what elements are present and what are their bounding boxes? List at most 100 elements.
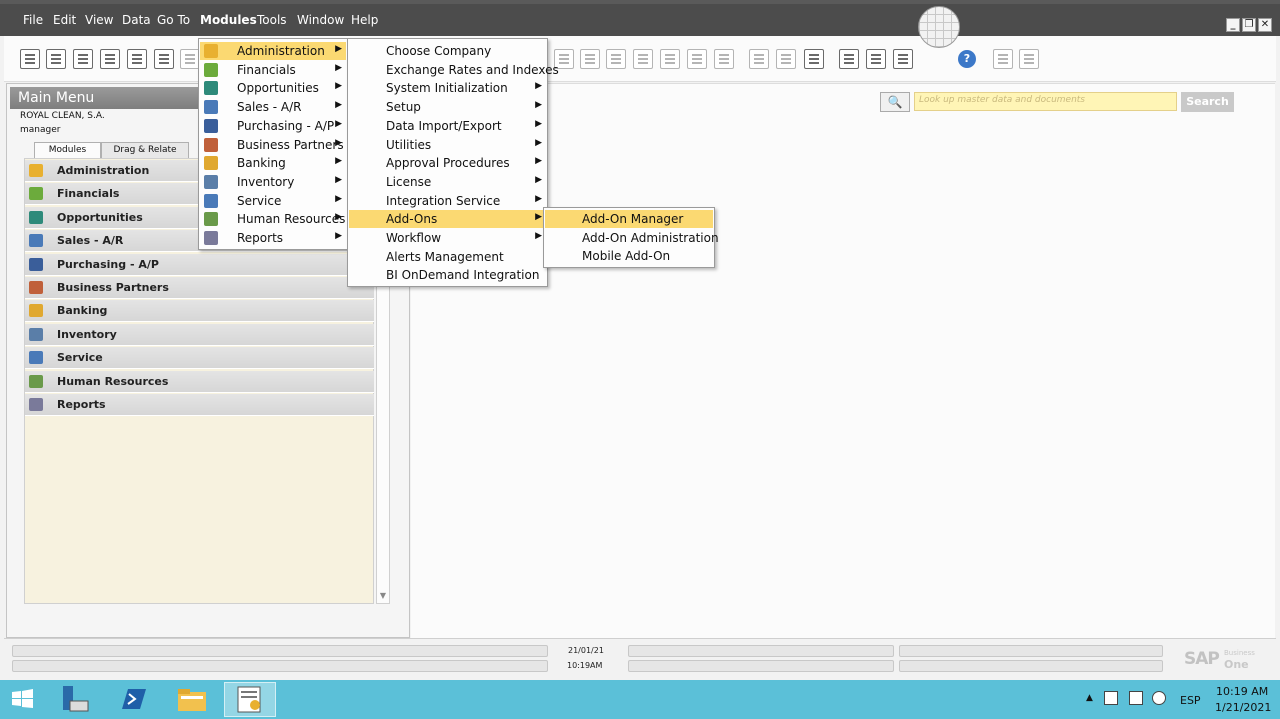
module-row[interactable]: Human Resources bbox=[25, 370, 374, 393]
modules-menu-item[interactable]: Reports ▶ bbox=[200, 229, 346, 247]
addon-menu-item[interactable]: Add-On Administration bbox=[545, 229, 719, 247]
lock-screen-icon[interactable] bbox=[1019, 49, 1039, 69]
modules-menu-item[interactable]: Opportunities ▶ bbox=[200, 79, 346, 97]
tab-modules[interactable]: Modules bbox=[34, 142, 101, 159]
clock-date[interactable]: 1/21/2021 bbox=[1215, 701, 1271, 714]
admin-menu-item[interactable]: License ▶ bbox=[349, 173, 546, 191]
action-center-icon[interactable] bbox=[1104, 691, 1118, 705]
module-label: Reports bbox=[57, 398, 106, 411]
modules-menu-item[interactable]: Banking ▶ bbox=[200, 154, 346, 172]
menu-tools[interactable]: Tools bbox=[257, 13, 287, 27]
document-settings-icon[interactable] bbox=[776, 49, 796, 69]
email-icon[interactable] bbox=[73, 49, 93, 69]
module-row[interactable]: Service bbox=[25, 347, 374, 370]
menu-goto[interactable]: Go To bbox=[157, 13, 190, 27]
admin-menu-item[interactable]: Integration Service ▶ bbox=[349, 192, 546, 210]
menu-edit[interactable]: Edit bbox=[53, 13, 76, 27]
modules-menu-item[interactable]: Administration ▶ bbox=[200, 42, 346, 60]
target-document-icon[interactable] bbox=[633, 49, 653, 69]
admin-menu-item[interactable]: BI OnDemand Integration bbox=[349, 266, 546, 284]
module-label: Sales - A/R bbox=[57, 234, 124, 248]
start-button[interactable] bbox=[6, 683, 40, 715]
input-language[interactable]: ESP bbox=[1180, 694, 1201, 707]
help-icon[interactable]: ? bbox=[958, 50, 976, 68]
sap-b1-task-icon[interactable] bbox=[224, 682, 276, 717]
submenu-arrow-icon: ▶ bbox=[535, 100, 542, 111]
admin-menu-item[interactable]: Choose Company bbox=[349, 42, 546, 60]
preview-icon[interactable] bbox=[20, 49, 40, 69]
admin-menu-item[interactable]: Alerts Management bbox=[349, 248, 546, 266]
modules-menu-label: Human Resources bbox=[237, 212, 346, 227]
modules-menu-item[interactable]: Financials ▶ bbox=[200, 61, 346, 79]
gross-profit-icon[interactable] bbox=[660, 49, 680, 69]
base-document-icon[interactable] bbox=[606, 49, 626, 69]
modules-menu-item[interactable]: Purchasing - A/P ▶ bbox=[200, 117, 346, 135]
admin-menu-item[interactable]: Data Import/Export ▶ bbox=[349, 117, 546, 135]
user-defined-icon[interactable] bbox=[804, 49, 824, 69]
server-manager-icon[interactable] bbox=[58, 683, 92, 715]
admin-menu-item[interactable]: Add-Ons ▶ bbox=[349, 210, 546, 229]
powershell-icon[interactable] bbox=[116, 683, 150, 715]
company-name: ROYAL CLEAN, S.A. bbox=[20, 111, 105, 121]
restore-button[interactable]: ❐ bbox=[1242, 18, 1256, 32]
file-explorer-icon[interactable] bbox=[175, 683, 209, 715]
search-button[interactable]: Search bbox=[1181, 92, 1234, 112]
modules-dropdown: Administration ▶ Financials ▶ Opportunities ▶… bbox=[198, 38, 348, 250]
modules-menu-item[interactable]: Inventory ▶ bbox=[200, 173, 346, 191]
form-settings-icon[interactable] bbox=[749, 49, 769, 69]
modules-menu-item[interactable]: Service ▶ bbox=[200, 192, 346, 210]
menu-modules[interactable]: Modules bbox=[200, 13, 257, 27]
payment-icon[interactable] bbox=[714, 49, 734, 69]
tab-drag-relate[interactable]: Drag & Relate bbox=[101, 142, 189, 159]
admin-menu-item[interactable]: Utilities ▶ bbox=[349, 136, 546, 154]
addon-menu-item[interactable]: Mobile Add-On bbox=[545, 247, 713, 265]
module-row[interactable]: Purchasing - A/P bbox=[25, 253, 374, 276]
copy-to-icon[interactable] bbox=[580, 49, 600, 69]
submenu-arrow-icon: ▶ bbox=[535, 231, 542, 241]
admin-menu-item[interactable]: Setup ▶ bbox=[349, 98, 546, 116]
admin-menu-label: License bbox=[386, 174, 432, 189]
fax-icon[interactable] bbox=[127, 49, 147, 69]
module-row[interactable]: Reports bbox=[25, 394, 374, 416]
admin-menu-item[interactable]: Approval Procedures ▶ bbox=[349, 154, 546, 172]
addon-menu-item[interactable]: Add-On Manager bbox=[545, 210, 713, 228]
sales-icon bbox=[29, 234, 43, 248]
modules-menu-item[interactable]: Sales - A/R ▶ bbox=[200, 98, 346, 116]
calculator-icon[interactable] bbox=[893, 49, 913, 69]
globe-icon[interactable] bbox=[918, 6, 960, 48]
submenu-arrow-icon: ▶ bbox=[535, 81, 542, 92]
network-icon[interactable] bbox=[1129, 691, 1143, 705]
sms-icon[interactable] bbox=[100, 49, 120, 69]
settings-icon[interactable] bbox=[993, 49, 1013, 69]
module-label: Service bbox=[57, 351, 103, 365]
modules-menu-item[interactable]: Business Partners ▶ bbox=[200, 136, 346, 154]
modules-menu-label: Sales - A/R bbox=[237, 100, 302, 115]
admin-menu-item[interactable]: Workflow ▶ bbox=[349, 229, 546, 247]
admin-menu-item[interactable]: Exchange Rates and Indexes bbox=[349, 61, 559, 79]
print-icon[interactable] bbox=[46, 49, 66, 69]
module-row[interactable]: Inventory bbox=[25, 323, 374, 346]
excel-export-icon[interactable] bbox=[154, 49, 174, 69]
scroll-down-icon[interactable]: ▼ bbox=[377, 591, 389, 603]
minimize-button[interactable]: _ bbox=[1226, 18, 1240, 32]
module-row[interactable]: Business Partners bbox=[25, 277, 374, 299]
tray-expand-icon[interactable]: ▲ bbox=[1086, 693, 1093, 703]
module-label: Business Partners bbox=[57, 281, 169, 294]
close-button[interactable]: ✕ bbox=[1258, 18, 1272, 32]
module-row[interactable]: Banking bbox=[25, 300, 374, 323]
calendar-icon[interactable] bbox=[839, 49, 859, 69]
journal-icon[interactable] bbox=[687, 49, 707, 69]
word-export-icon[interactable] bbox=[180, 49, 200, 69]
modules-menu-item[interactable]: Human Resources ▶ bbox=[200, 210, 346, 228]
search-input[interactable]: Look up master data and documents bbox=[914, 92, 1177, 111]
admin-menu-item[interactable]: System Initialization ▶ bbox=[349, 79, 546, 97]
menu-view[interactable]: View bbox=[85, 13, 113, 27]
menu-data[interactable]: Data bbox=[122, 13, 151, 27]
messages-icon[interactable] bbox=[866, 49, 886, 69]
menu-help[interactable]: Help bbox=[351, 13, 378, 27]
menu-window[interactable]: Window bbox=[297, 13, 344, 27]
volume-icon[interactable] bbox=[1152, 691, 1166, 705]
clock-time[interactable]: 10:19 AM bbox=[1216, 685, 1268, 698]
menu-file[interactable]: File bbox=[23, 13, 43, 27]
search-icon[interactable]: 🔍 bbox=[880, 92, 910, 112]
